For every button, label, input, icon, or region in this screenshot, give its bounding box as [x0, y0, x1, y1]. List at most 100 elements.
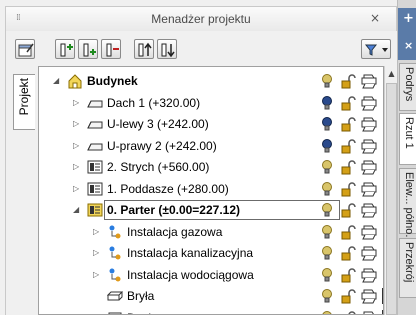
visibility-toggle[interactable]: [319, 73, 335, 89]
print-toggle[interactable]: [361, 267, 377, 283]
lock-toggle[interactable]: [340, 116, 356, 132]
row-visibility-icons: [319, 309, 383, 314]
tree-row[interactable]: ▷ 1. Poddasze (+280.00): [39, 178, 383, 200]
tree-item-label[interactable]: Instalacja gazowa: [127, 225, 222, 239]
tree-row[interactable]: ◢ 0. Parter (±0.00=227.12): [39, 199, 383, 221]
close-icon[interactable]: ×: [370, 11, 380, 25]
row-visibility-icons: [319, 73, 383, 89]
lock-toggle[interactable]: [340, 288, 356, 304]
tree-row[interactable]: Bryła: [39, 285, 383, 307]
lock-toggle[interactable]: [340, 202, 356, 218]
tree-row[interactable]: ▷ 2. Strych (+560.00): [39, 156, 383, 178]
expand-arrow-icon[interactable]: ▷: [93, 270, 99, 279]
lock-toggle[interactable]: [340, 224, 356, 240]
filter-dropdown-button[interactable]: [361, 39, 391, 59]
panel-titlebar[interactable]: ⁞⁞ Menadżer projektu ×: [5, 6, 397, 31]
dock-tab[interactable]: Rzut 1: [399, 113, 416, 165]
lock-toggle[interactable]: [340, 310, 356, 314]
lock-open-icon: [341, 246, 356, 261]
lock-toggle[interactable]: [340, 95, 356, 111]
print-toggle[interactable]: [361, 138, 377, 154]
add-level-above-button[interactable]: [55, 39, 75, 59]
tree-item-label[interactable]: 0. Parter (±0.00=227.12): [107, 203, 240, 217]
tree-row[interactable]: ▷ Instalacja gazowa: [39, 221, 383, 243]
print-toggle[interactable]: [361, 73, 377, 89]
collapse-arrow-icon[interactable]: ◢: [73, 205, 79, 214]
tree-row[interactable]: ▷ Instalacja wodociągowa: [39, 264, 383, 286]
collapse-arrow-icon[interactable]: ◢: [53, 76, 59, 85]
tree-item-label[interactable]: Budynek: [87, 74, 138, 88]
tree-item-label[interactable]: U-prawy 2 (+242.00): [107, 139, 217, 153]
expand-arrow-icon[interactable]: ▷: [93, 248, 99, 257]
visibility-toggle[interactable]: [319, 288, 335, 304]
visibility-toggle[interactable]: [319, 267, 335, 283]
roof-icon: [87, 95, 103, 111]
tree-row[interactable]: ▷ Instalacja kanalizacyjna: [39, 242, 383, 264]
print-toggle[interactable]: [361, 159, 377, 175]
add-view-icon[interactable]: +: [403, 11, 414, 26]
tree-row[interactable]: ▷ U-lewy 3 (+242.00): [39, 113, 383, 135]
visibility-toggle[interactable]: [319, 202, 335, 218]
visibility-toggle[interactable]: [319, 181, 335, 197]
tree-item-label[interactable]: 1. Poddasze (+280.00): [107, 182, 229, 196]
expand-arrow-icon[interactable]: ▷: [93, 227, 99, 236]
tree-row[interactable]: ▷ Dach 1 (+320.00): [39, 92, 383, 114]
dock-close-icon[interactable]: ×: [404, 39, 413, 52]
scrollbar-thumb[interactable]: [386, 83, 397, 315]
print-toggle[interactable]: [361, 310, 377, 314]
tree-row[interactable]: Dach: [39, 307, 383, 315]
lock-toggle[interactable]: [340, 181, 356, 197]
print-toggle[interactable]: [361, 224, 377, 240]
tree-row[interactable]: ▷ U-prawy 2 (+242.00): [39, 135, 383, 157]
level-icon: [87, 160, 103, 174]
tree-item-label[interactable]: Bryła: [127, 289, 154, 303]
dock-tab[interactable]: Przekrój: [399, 238, 416, 298]
lock-toggle[interactable]: [340, 267, 356, 283]
expand-arrow-icon[interactable]: ▷: [73, 141, 79, 150]
visibility-toggle[interactable]: [319, 310, 335, 314]
properties-button[interactable]: [15, 39, 35, 59]
visibility-toggle[interactable]: [319, 116, 335, 132]
visibility-toggle[interactable]: [319, 159, 335, 175]
expand-arrow-icon[interactable]: ▷: [73, 162, 79, 171]
left-tabstrip: Projekt: [5, 66, 39, 315]
tree-item-label[interactable]: U-lewy 3 (+242.00): [107, 117, 209, 131]
dock-tab[interactable]: Podrys: [399, 63, 416, 111]
lock-toggle[interactable]: [340, 159, 356, 175]
lock-toggle[interactable]: [340, 73, 356, 89]
toolbar: [5, 31, 397, 66]
tree-item-label[interactable]: Instalacja kanalizacyjna: [127, 246, 253, 260]
visibility-toggle[interactable]: [319, 95, 335, 111]
tree-item-label[interactable]: Instalacja wodociągowa: [127, 268, 254, 282]
lock-toggle[interactable]: [340, 245, 356, 261]
dock-tab[interactable]: Elew... półno...: [399, 168, 416, 244]
tree-item-label[interactable]: Dach 1 (+320.00): [107, 96, 200, 110]
tree-item-label[interactable]: 2. Strych (+560.00): [107, 160, 209, 174]
printer-icon: [361, 225, 377, 239]
lock-toggle[interactable]: [340, 138, 356, 154]
tab-projekt[interactable]: Projekt: [13, 74, 35, 130]
expand-arrow-icon[interactable]: ▷: [73, 98, 79, 107]
move-level-up-button[interactable]: [134, 39, 154, 59]
visibility-toggle[interactable]: [319, 138, 335, 154]
lock-open-icon: [341, 267, 356, 282]
project-tree: ◢ Budynek ▷ Dach 1 (+320.00) ▷ U-lewy 3 (+242…: [38, 66, 384, 315]
vertical-scrollbar[interactable]: ▲: [384, 66, 397, 315]
visibility-toggle[interactable]: [319, 224, 335, 240]
tree-row[interactable]: ◢ Budynek: [39, 70, 383, 92]
print-toggle[interactable]: [361, 116, 377, 132]
move-level-down-button[interactable]: [157, 39, 177, 59]
visibility-toggle[interactable]: [319, 245, 335, 261]
printer-icon: [361, 246, 377, 261]
print-toggle[interactable]: [361, 202, 377, 218]
tree-item-label[interactable]: Dach: [127, 311, 155, 315]
print-toggle[interactable]: [361, 181, 377, 197]
lock-open-icon: [341, 203, 356, 218]
print-toggle[interactable]: [361, 288, 377, 304]
print-toggle[interactable]: [361, 95, 377, 111]
add-level-below-button[interactable]: [78, 39, 98, 59]
expand-arrow-icon[interactable]: ▷: [73, 119, 79, 128]
expand-arrow-icon[interactable]: ▷: [73, 184, 79, 193]
delete-level-button[interactable]: [101, 39, 121, 59]
print-toggle[interactable]: [361, 245, 377, 261]
